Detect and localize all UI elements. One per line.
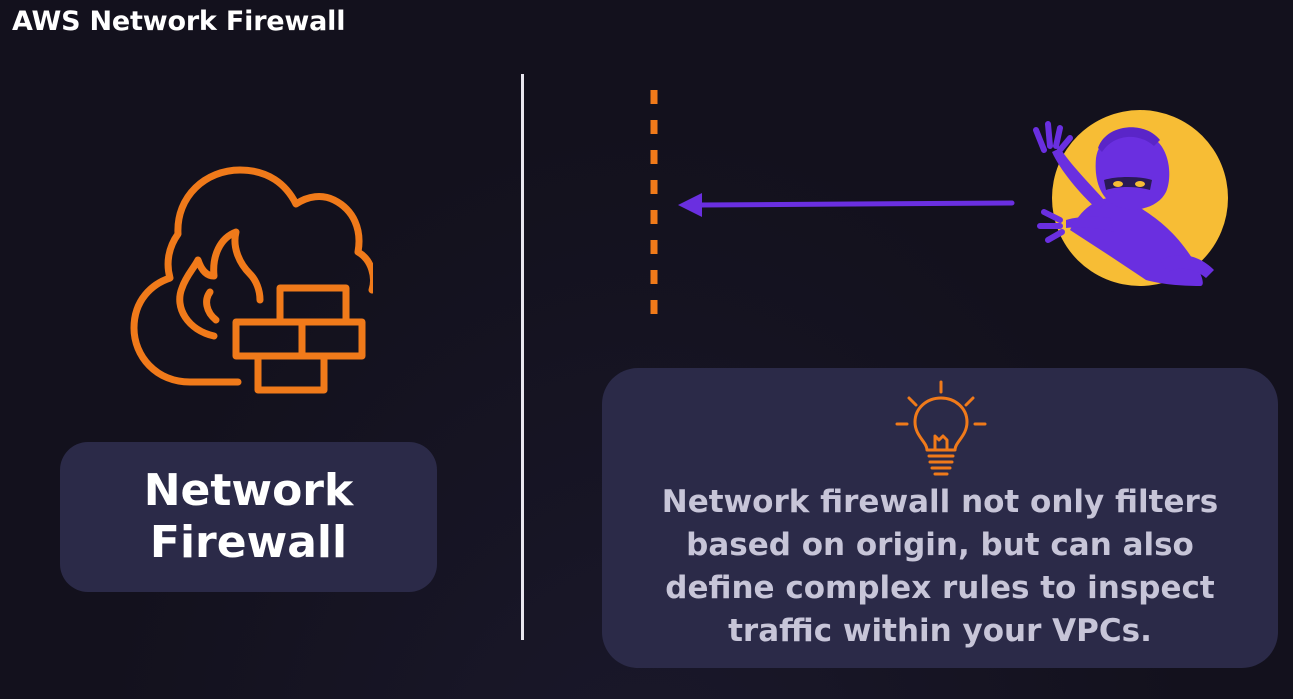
product-label: Network Firewall	[144, 465, 354, 569]
info-card: Network firewall not only filters based …	[602, 368, 1278, 668]
slide: AWS Network Firewall Network Firewall Ne…	[0, 0, 1293, 699]
cloud-fire-brick-wall-icon	[130, 166, 373, 394]
blocked-attack-illustration	[650, 90, 1228, 316]
info-text: Network firewall not only filters based …	[661, 484, 1219, 649]
page-title: AWS Network Firewall	[12, 6, 346, 37]
label-line-2: Firewall	[149, 517, 348, 568]
label-line-1: Network	[143, 465, 354, 516]
arrow-left-icon	[678, 193, 1015, 217]
vertical-divider	[521, 74, 524, 640]
lightbulb-icon	[895, 380, 987, 476]
hacker-illustration	[1033, 110, 1228, 286]
product-label-card: Network Firewall	[60, 442, 437, 592]
